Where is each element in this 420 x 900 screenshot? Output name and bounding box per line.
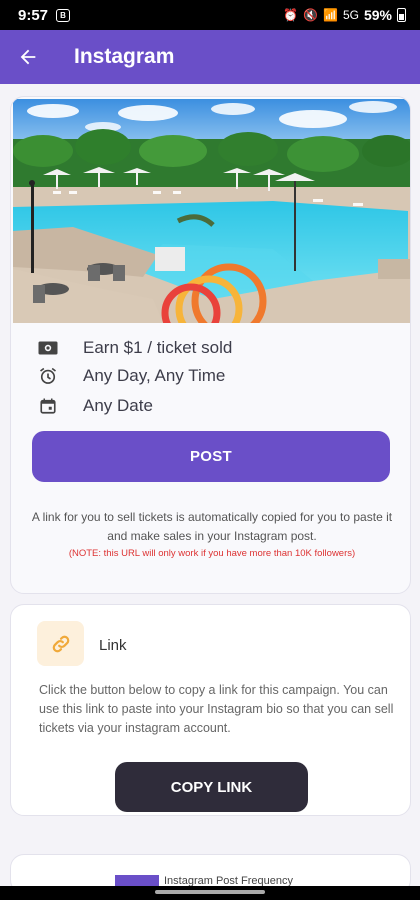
schedule-row: Any Day, Any Time: [35, 363, 225, 389]
link-icon: [52, 635, 69, 652]
calendar-icon: [35, 393, 61, 419]
link-title: Link: [99, 637, 127, 654]
battery-icon: [397, 8, 406, 22]
date-text: Any Date: [83, 396, 153, 415]
back-button[interactable]: [0, 30, 56, 84]
post-description: A link for you to sell tickets is automa…: [31, 510, 393, 543]
copy-link-button[interactable]: COPY LINK: [115, 762, 308, 812]
date-row: Any Date: [35, 393, 153, 419]
alarm-status-icon: ⏰: [283, 8, 299, 22]
pool-resort-image: [13, 99, 410, 323]
system-nav-bar: [0, 886, 420, 900]
page-title: Instagram: [74, 45, 175, 68]
arrow-left-icon: [20, 49, 36, 65]
link-description: Click the button below to copy a link fo…: [39, 683, 394, 735]
status-time: 9:57: [18, 6, 49, 24]
schedule-text: Any Day, Any Time: [83, 366, 226, 385]
link-icon-box: [37, 621, 84, 666]
network-label: 5G: [342, 8, 359, 22]
money-icon: [35, 335, 61, 361]
app-bar: Instagram: [0, 30, 420, 84]
wifi-status-icon: 📶: [323, 8, 338, 22]
campaign-card: Earn $1 / ticket sold Any Day, Any Time …: [10, 96, 411, 594]
link-card: Link Click the button below to copy a li…: [10, 604, 411, 816]
battery-percent: 59%: [363, 7, 392, 23]
app-notification-icon: B: [56, 8, 71, 22]
earn-text: Earn $1 / ticket sold: [83, 338, 233, 357]
mute-status-icon: 🔇: [303, 8, 318, 22]
follower-note: (NOTE: this URL will only work if you ha…: [68, 548, 356, 559]
alarm-clock-icon: [35, 363, 61, 389]
earn-row: Earn $1 / ticket sold: [35, 335, 232, 361]
post-button[interactable]: POST: [32, 431, 390, 482]
home-handle[interactable]: [155, 890, 265, 894]
status-bar: 9:57 B ⏰ 🔇 📶 5G 59%: [0, 0, 420, 30]
